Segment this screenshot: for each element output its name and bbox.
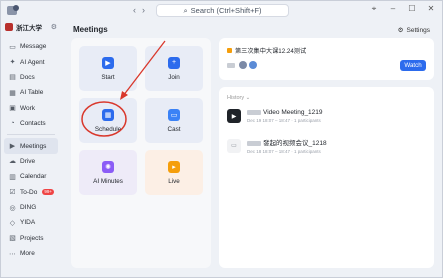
title-bar: ‹› ⌕ Search (Ctrl+Shift+F) ⌖ – ☐ ✕	[1, 1, 442, 20]
join-meeting-button[interactable]: + Join	[145, 46, 203, 91]
search-icon: ⌕	[183, 5, 188, 15]
search-input[interactable]: ⌕ Search (Ctrl+Shift+F)	[156, 4, 289, 17]
sidebar: 浙江大学 ⚙ ▭ Message ✦ AI Agent ▤ Docs ▦ AI Tabl…	[1, 20, 61, 277]
video-play-icon: ▶	[227, 109, 241, 123]
projects-icon: ▧	[9, 235, 16, 243]
settings-button[interactable]: ⚙ Settings	[397, 26, 430, 35]
sidebar-item-docs[interactable]: ▤ Docs	[4, 70, 58, 85]
more-icon: ⋯	[9, 250, 16, 258]
host-name-redacted	[247, 109, 261, 115]
sidebar-item-todo[interactable]: ☑ To-Do 99+	[4, 185, 58, 200]
yida-icon: ◇	[9, 219, 16, 227]
ding-icon: ◎	[9, 204, 16, 212]
history-row[interactable]: ▶ Video Meeting_1219 Dec 19 18:07 – 18:4…	[227, 109, 323, 123]
sidebar-item-ai-agent[interactable]: ✦ AI Agent	[4, 54, 58, 69]
contacts-icon: ◔	[10, 120, 15, 128]
ai-minutes-icon: ✺	[102, 160, 114, 173]
sidebar-nav: ▭ Message ✦ AI Agent ▤ Docs ▦ AI Table ▣ Work…	[1, 39, 61, 261]
sidebar-divider	[7, 134, 55, 136]
sidebar-item-more[interactable]: ⋯ More	[4, 246, 58, 261]
window-controls: ⌖ – ☐ ✕	[369, 4, 436, 14]
sidebar-item-yida[interactable]: ◇ YIDA	[4, 215, 58, 230]
upcoming-meeting-card[interactable]: 第三次集中大课12.24测试 Watch	[219, 38, 434, 80]
work-icon: ▣	[9, 105, 16, 113]
host-name-redacted	[247, 140, 261, 146]
sidebar-item-projects[interactable]: ▧ Projects	[4, 231, 58, 246]
sidebar-item-calendar[interactable]: ▥ Calendar	[4, 169, 58, 184]
video-camera-icon: ▶	[102, 56, 114, 69]
todo-icon: ☑	[9, 189, 16, 197]
live-button[interactable]: ▸ Live	[145, 150, 203, 195]
org-logo-icon	[5, 23, 13, 31]
arrow-left-icon[interactable]: ‹	[133, 5, 142, 15]
gear-icon: ⚙	[397, 27, 404, 34]
avatar	[239, 61, 247, 69]
close-icon[interactable]: ✕	[426, 4, 436, 14]
app-logo-icon	[7, 5, 19, 15]
history-nav: ‹›	[133, 5, 151, 15]
host-name-redacted	[227, 62, 235, 68]
docs-icon: ▤	[9, 74, 16, 82]
gear-icon[interactable]: ⚙	[51, 23, 57, 31]
ai-minutes-button[interactable]: ✺ AI Minutes	[79, 150, 137, 195]
watch-button[interactable]: Watch	[400, 60, 426, 71]
meeting-status-icon	[227, 48, 232, 53]
sidebar-item-contacts[interactable]: ◔ Contacts	[4, 116, 58, 131]
org-switcher[interactable]: 浙江大学 ⚙	[1, 20, 61, 34]
calendar-schedule-icon: ▦	[102, 108, 114, 121]
plus-icon: +	[168, 56, 180, 69]
participant-avatars	[227, 61, 257, 69]
minimize-icon[interactable]: –	[388, 4, 398, 14]
meetings-icon: ▶	[9, 143, 16, 151]
meeting-actions-panel: ▶ Start + Join ▦ Schedule ▭ Cast ✺ AI Mi…	[71, 38, 211, 268]
sidebar-item-work[interactable]: ▣ Work	[4, 101, 58, 116]
sidebar-item-meetings[interactable]: ▶ Meetings	[4, 138, 58, 154]
upcoming-meeting-title: 第三次集中大课12.24测试	[235, 48, 307, 55]
chevron-down-icon: ⌄	[245, 95, 251, 101]
arrow-right-icon[interactable]: ›	[142, 5, 151, 15]
avatar	[249, 61, 257, 69]
ai-agent-icon: ✦	[9, 59, 16, 67]
live-icon: ▸	[168, 160, 180, 173]
page-title: Meetings	[73, 25, 108, 34]
sidebar-item-ai-table[interactable]: ▦ AI Table	[4, 85, 58, 100]
history-card: History ⌄ ▶ Video Meeting_1219 Dec 19 18…	[219, 87, 434, 268]
sidebar-item-drive[interactable]: ☁ Drive	[4, 154, 58, 169]
sidebar-item-message[interactable]: ▭ Message	[4, 39, 58, 54]
sidebar-item-ding[interactable]: ◎ DING	[4, 200, 58, 215]
cast-button[interactable]: ▭ Cast	[145, 98, 203, 143]
message-icon: ▭	[9, 43, 16, 51]
table-icon: ▦	[9, 89, 16, 97]
history-dropdown[interactable]: History ⌄	[227, 95, 250, 101]
history-row[interactable]: ▭ 發起的视频会议_1218 Dec 18 18:07 – 18:47 · 1 …	[227, 137, 327, 154]
cast-icon: ▭	[168, 108, 180, 121]
calendar-icon: ▥	[9, 173, 16, 181]
pin-icon[interactable]: ⌖	[369, 4, 379, 14]
video-camera-icon: ▭	[227, 138, 241, 153]
drive-icon: ☁	[9, 158, 16, 166]
maximize-icon[interactable]: ☐	[407, 4, 417, 14]
start-meeting-button[interactable]: ▶ Start	[79, 46, 137, 91]
todo-count-badge: 99+	[42, 188, 54, 195]
app-window: ‹› ⌕ Search (Ctrl+Shift+F) ⌖ – ☐ ✕ 浙江大学 …	[0, 0, 443, 278]
schedule-meeting-button[interactable]: ▦ Schedule	[79, 98, 137, 143]
